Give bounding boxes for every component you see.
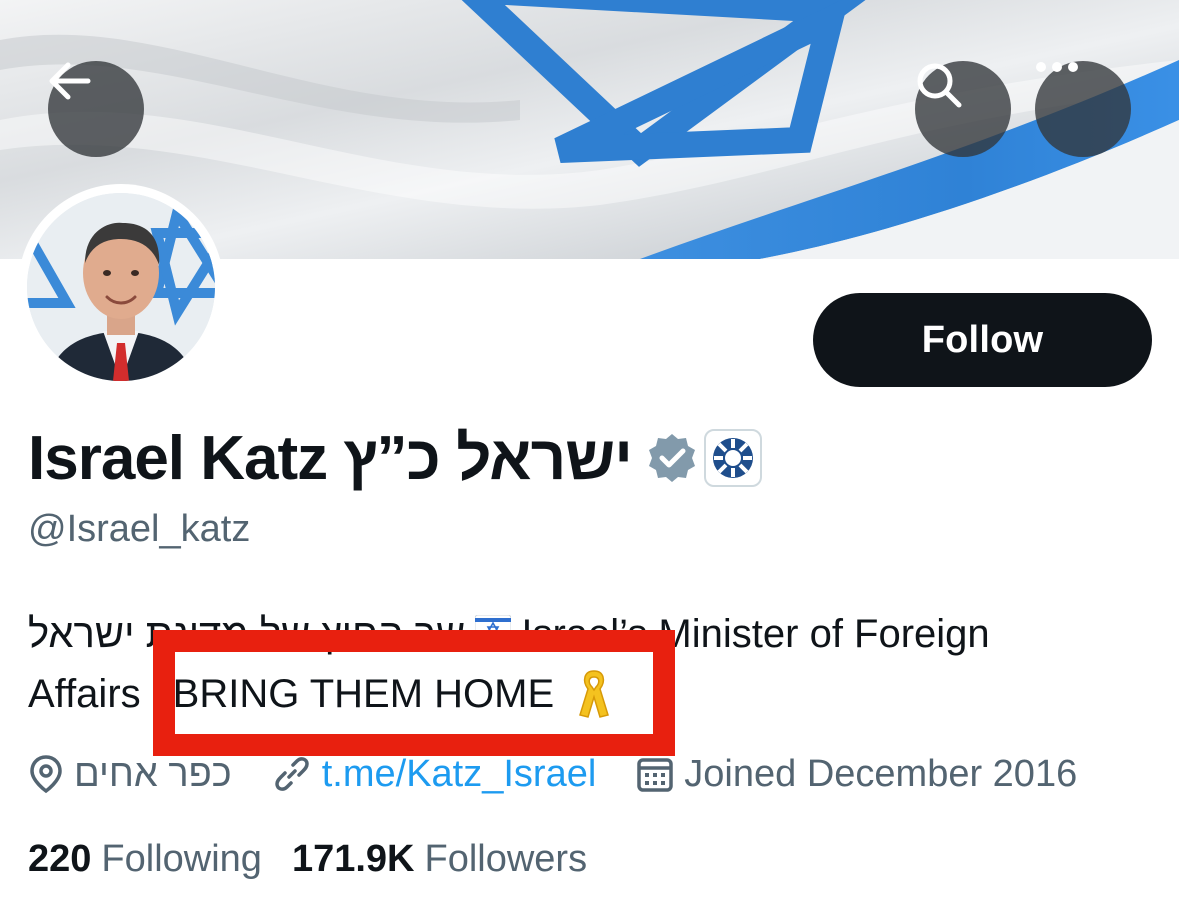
display-name: Israel Katz ישראל כ”ץ <box>28 423 633 493</box>
followers-count: 171.9K <box>291 837 415 880</box>
arrow-left-icon <box>49 62 91 100</box>
followers-stat[interactable]: 171.9K Followers <box>292 838 587 881</box>
following-label: Following <box>101 837 262 880</box>
profile-name-row: Israel Katz ישראל כ”ץ <box>28 418 762 498</box>
profile-bio: שר החוץ של מדינת ישראל Israel’s Minister… <box>28 604 1148 756</box>
search-button[interactable] <box>915 61 1011 157</box>
website-link[interactable]: t.me/Katz_Israel <box>322 753 597 796</box>
red-highlight-box <box>153 630 675 756</box>
location-pin-icon <box>30 755 62 794</box>
more-options-button[interactable] <box>1035 61 1131 157</box>
profile-avatar[interactable] <box>18 184 224 390</box>
followers-label: Followers <box>424 837 588 880</box>
more-horizontal-icon <box>1036 62 1078 72</box>
joined-text: Joined December 2016 <box>684 752 1078 795</box>
following-count: 220 <box>28 837 92 880</box>
profile-meta-row: כפר אחים t.me/Katz_Israel Joined Decembe… <box>28 748 1117 800</box>
location-text: כפר אחים <box>74 752 232 795</box>
government-affiliation-icon[interactable] <box>703 429 762 487</box>
joined-item: Joined December 2016 <box>636 753 1077 796</box>
back-button[interactable] <box>48 61 144 157</box>
profile-stats-row: 220 Following 171.9K Followers <box>28 834 617 884</box>
profile-handle: @Israel_katz <box>28 508 251 550</box>
follow-button[interactable]: Follow <box>813 293 1152 387</box>
link-icon <box>274 757 309 791</box>
website-item[interactable]: t.me/Katz_Israel <box>272 753 597 796</box>
search-icon <box>917 63 962 108</box>
bio-affairs-text: Affairs <box>28 672 141 716</box>
calendar-icon <box>637 758 674 792</box>
verified-badge-icon[interactable] <box>646 432 698 484</box>
location-item: כפר אחים <box>28 753 232 796</box>
avatar-photo <box>27 193 215 381</box>
following-stat[interactable]: 220 Following <box>28 838 262 881</box>
